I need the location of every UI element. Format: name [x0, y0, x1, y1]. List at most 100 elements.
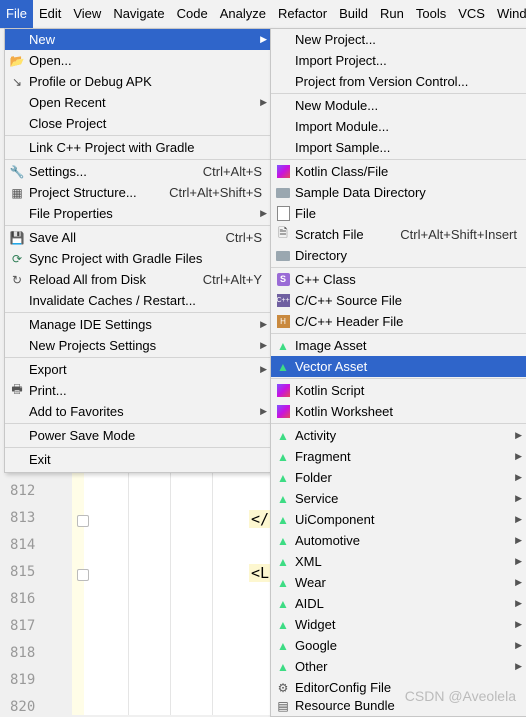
cpp-class-icon: S: [275, 272, 291, 288]
menu-item-import-module[interactable]: Import Module...: [271, 116, 526, 137]
menu-item-label: Activity: [295, 428, 337, 443]
separator: [271, 267, 526, 268]
menu-item-label: Kotlin Worksheet: [295, 404, 394, 419]
menu-item-new-project[interactable]: New Project...: [271, 29, 526, 50]
menu-edit[interactable]: Edit: [33, 0, 67, 28]
menu-item-kotlin-script[interactable]: Kotlin Script: [271, 380, 526, 401]
separator: [5, 423, 271, 424]
menu-item-new-module[interactable]: New Module...: [271, 95, 526, 116]
menu-item-print[interactable]: 🖶 Print...: [5, 380, 271, 401]
line-number: 820: [10, 699, 36, 715]
menu-item-close-project[interactable]: Close Project: [5, 113, 271, 134]
menu-item-cpp-class[interactable]: S C++ Class: [271, 269, 526, 290]
menu-file[interactable]: File: [0, 0, 33, 28]
menu-item-label: Open Recent: [29, 95, 106, 110]
menu-bar: File Edit View Navigate Code Analyze Ref…: [0, 0, 526, 29]
menu-item-sync-gradle[interactable]: ⟳ Sync Project with Gradle Files: [5, 248, 271, 269]
menu-item-cpp-source[interactable]: C++ C/C++ Source File: [271, 290, 526, 311]
menu-item-link-cpp[interactable]: Link C++ Project with Gradle: [5, 137, 271, 158]
menu-item-new-projects-settings[interactable]: New Projects Settings ▶: [5, 335, 271, 356]
menu-item-profile-debug-apk[interactable]: ↘ Profile or Debug APK: [5, 71, 271, 92]
menu-item-service[interactable]: ▲ Service ▶: [271, 488, 526, 509]
folder-icon: [275, 248, 291, 264]
menu-item-file[interactable]: File: [271, 203, 526, 224]
menu-item-add-to-favorites[interactable]: Add to Favorites ▶: [5, 401, 271, 422]
menu-refactor[interactable]: Refactor: [272, 0, 333, 28]
menu-item-vector-asset[interactable]: ▲ Vector Asset: [271, 356, 526, 377]
submenu-arrow-icon: ▶: [515, 451, 522, 461]
menu-window[interactable]: Wind: [491, 0, 526, 28]
menu-item-label: Profile or Debug APK: [29, 74, 152, 89]
menu-item-export[interactable]: Export ▶: [5, 359, 271, 380]
new-submenu: New Project... Import Project... Project…: [270, 28, 526, 717]
menu-item-save-all[interactable]: 💾 Save All Ctrl+S: [5, 227, 271, 248]
menu-item-label: Add to Favorites: [29, 404, 124, 419]
code-tag: <L: [249, 564, 272, 582]
menu-item-other[interactable]: ▲ Other ▶: [271, 656, 526, 677]
separator: [5, 159, 271, 160]
menu-item-kotlin-worksheet[interactable]: Kotlin Worksheet: [271, 401, 526, 422]
menu-item-label: Manage IDE Settings: [29, 317, 152, 332]
menu-item-kotlin-class[interactable]: Kotlin Class/File: [271, 161, 526, 182]
menu-view[interactable]: View: [67, 0, 107, 28]
resource-bundle-icon: ▤: [277, 698, 289, 713]
menu-item-folder[interactable]: ▲ Folder ▶: [271, 467, 526, 488]
menu-item-invalidate-caches[interactable]: Invalidate Caches / Restart...: [5, 290, 271, 311]
submenu-arrow-icon: ▶: [515, 556, 522, 566]
menu-item-xml[interactable]: ▲ XML ▶: [271, 551, 526, 572]
menu-item-cpp-header[interactable]: H C/C++ Header File: [271, 311, 526, 332]
menu-item-import-sample[interactable]: Import Sample...: [271, 137, 526, 158]
menu-item-file-properties[interactable]: File Properties ▶: [5, 203, 271, 224]
submenu-arrow-icon: ▶: [515, 472, 522, 482]
separator: [271, 378, 526, 379]
menu-item-wear[interactable]: ▲ Wear ▶: [271, 572, 526, 593]
submenu-arrow-icon: ▶: [515, 640, 522, 650]
menu-navigate[interactable]: Navigate: [107, 0, 170, 28]
menu-item-sample-data-directory[interactable]: Sample Data Directory: [271, 182, 526, 203]
menu-item-manage-ide-settings[interactable]: Manage IDE Settings ▶: [5, 314, 271, 335]
menu-item-widget[interactable]: ▲ Widget ▶: [271, 614, 526, 635]
android-icon: ▲: [277, 596, 289, 611]
menu-item-project-structure[interactable]: ▦ Project Structure... Ctrl+Alt+Shift+S: [5, 182, 271, 203]
gradle-sync-icon: ⟳: [11, 251, 23, 266]
menu-vcs[interactable]: VCS: [452, 0, 491, 28]
menu-item-reload-disk[interactable]: ↻ Reload All from Disk Ctrl+Alt+Y: [5, 269, 271, 290]
menu-item-open-recent[interactable]: Open Recent ▶: [5, 92, 271, 113]
menu-tools[interactable]: Tools: [410, 0, 452, 28]
submenu-arrow-icon: ▶: [515, 493, 522, 503]
fold-marker[interactable]: [77, 515, 89, 527]
file-menu: New ▶ 📂 Open... ↘ Profile or Debug APK O…: [4, 28, 272, 473]
menu-analyze[interactable]: Analyze: [214, 0, 272, 28]
menu-item-open[interactable]: 📂 Open...: [5, 50, 271, 71]
line-number: 819: [10, 672, 36, 688]
menu-item-automotive[interactable]: ▲ Automotive ▶: [271, 530, 526, 551]
kotlin-icon: [275, 383, 291, 399]
menu-run[interactable]: Run: [374, 0, 410, 28]
menu-item-uicomponent[interactable]: ▲ UiComponent ▶: [271, 509, 526, 530]
fold-marker[interactable]: [77, 569, 89, 581]
menu-build[interactable]: Build: [333, 0, 374, 28]
menu-item-aidl[interactable]: ▲ AIDL ▶: [271, 593, 526, 614]
menu-item-image-asset[interactable]: ▲ Image Asset: [271, 335, 526, 356]
menu-item-settings[interactable]: 🔧 Settings... Ctrl+Alt+S: [5, 161, 271, 182]
menu-item-label: UiComponent: [295, 512, 375, 527]
menu-item-fragment[interactable]: ▲ Fragment ▶: [271, 446, 526, 467]
separator: [271, 159, 526, 160]
menu-item-new[interactable]: New ▶: [5, 29, 271, 50]
submenu-arrow-icon: ▶: [515, 661, 522, 671]
menu-item-scratch-file[interactable]: 🗎 Scratch File Ctrl+Alt+Shift+Insert: [271, 224, 526, 245]
menu-item-label: Reload All from Disk: [29, 272, 147, 287]
submenu-arrow-icon: ▶: [515, 535, 522, 545]
menu-item-import-project[interactable]: Import Project...: [271, 50, 526, 71]
menu-item-activity[interactable]: ▲ Activity ▶: [271, 425, 526, 446]
kotlin-icon: [275, 164, 291, 180]
watermark: CSDN @Aveolela: [404, 688, 516, 704]
menu-item-exit[interactable]: Exit: [5, 449, 271, 470]
menu-item-google[interactable]: ▲ Google ▶: [271, 635, 526, 656]
shortcut: Ctrl+Alt+Y: [202, 272, 262, 287]
menu-item-project-from-vcs[interactable]: Project from Version Control...: [271, 71, 526, 92]
menu-item-directory[interactable]: Directory: [271, 245, 526, 266]
menu-code[interactable]: Code: [171, 0, 214, 28]
menu-item-power-save-mode[interactable]: Power Save Mode: [5, 425, 271, 446]
menu-item-label: Power Save Mode: [29, 428, 136, 443]
